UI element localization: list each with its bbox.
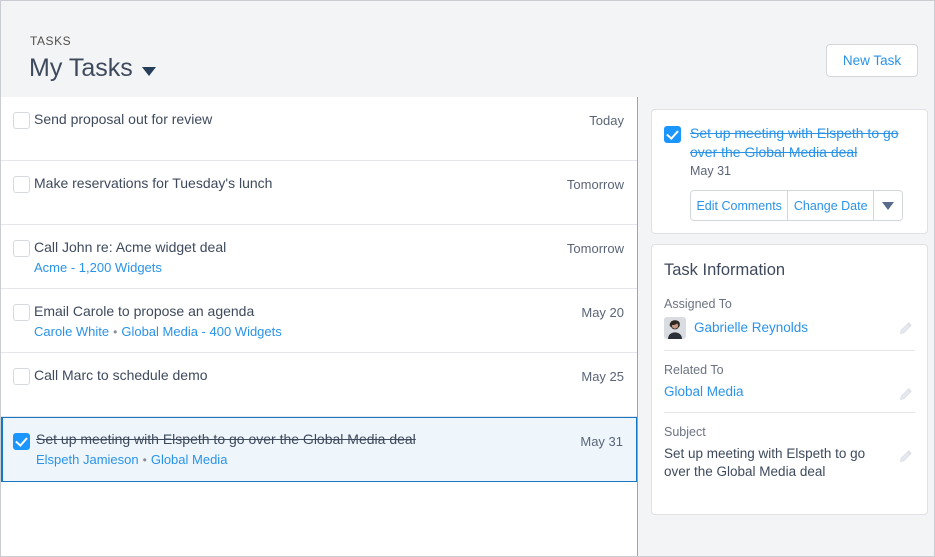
detail-field-label: Assigned To (664, 297, 732, 311)
task-row[interactable]: Email Carole to propose an agenda Carole … (1, 289, 637, 353)
task-related-link[interactable]: Global Media - 400 Widgets (121, 324, 281, 339)
detail-task-checkbox[interactable] (664, 126, 681, 143)
task-due-date: Today (589, 113, 624, 128)
task-related-links: Elspeth Jamieson • Global Media (36, 451, 526, 469)
page-title-group[interactable]: My Tasks (29, 53, 156, 83)
content-area: Send proposal out for review Today Make re… (1, 97, 934, 556)
new-task-button[interactable]: New Task (826, 44, 918, 77)
pencil-icon[interactable] (898, 387, 913, 402)
task-checkbox[interactable] (13, 368, 30, 385)
task-row[interactable]: Make reservations for Tuesday's lunch Tom… (1, 161, 637, 225)
task-checkbox[interactable] (13, 304, 30, 321)
task-row-body: Send proposal out for review (34, 110, 637, 128)
task-row-body: Make reservations for Tuesday's lunch (34, 174, 637, 192)
chevron-down-icon (882, 201, 894, 210)
task-row[interactable]: Set up meeting with Elspeth to go over t… (1, 417, 637, 482)
task-row-body: Call Marc to schedule demo (34, 366, 637, 384)
task-title: Call John re: Acme widget deal (34, 239, 227, 255)
detail-header-card: Set up meeting with Elspeth to go over t… (651, 109, 928, 234)
tasks-app: TASKS My Tasks New Task Send proposal ou… (0, 0, 935, 557)
detail-field-label: Related To (664, 363, 724, 377)
check-icon (15, 434, 28, 447)
chevron-down-icon[interactable] (141, 66, 156, 76)
check-icon (666, 127, 679, 140)
detail-field-value[interactable]: Global Media (664, 383, 915, 401)
detail-field: Related To Global Media (664, 363, 915, 413)
task-list: Send proposal out for review Today Make re… (1, 97, 637, 482)
task-title: Set up meeting with Elspeth to go over t… (36, 431, 416, 447)
task-row[interactable]: Send proposal out for review Today (1, 97, 637, 161)
task-due-date: May 25 (581, 369, 624, 384)
task-checkbox[interactable] (13, 176, 30, 193)
detail-field-text: Gabrielle Reynolds (694, 320, 809, 335)
task-title: Email Carole to propose an agenda (34, 303, 255, 319)
detail-field-value[interactable]: Gabrielle Reynolds (664, 317, 915, 339)
edit-comments-button[interactable]: Edit Comments (691, 191, 789, 220)
page-header: TASKS My Tasks New Task (1, 1, 934, 97)
task-related-link[interactable]: Elspeth Jamieson (36, 452, 139, 467)
task-checkbox[interactable] (13, 240, 30, 257)
pencil-icon[interactable] (898, 449, 913, 464)
task-title: Call Marc to schedule demo (34, 367, 208, 383)
task-row-body: Call John re: Acme widget deal Acme - 1,2… (34, 238, 637, 276)
change-date-button[interactable]: Change Date (788, 191, 874, 220)
detail-task-date: May 31 (690, 164, 731, 178)
task-due-date: Tomorrow (566, 177, 624, 192)
separator-dot-icon: • (113, 325, 118, 339)
task-related-link[interactable]: Acme - 1,200 Widgets (34, 260, 162, 275)
task-row-body: Set up meeting with Elspeth to go over t… (36, 430, 636, 469)
task-related-link[interactable]: Carole White (34, 324, 109, 339)
task-due-date: May 31 (580, 434, 623, 449)
detail-field-label: Subject (664, 425, 706, 439)
detail-task-title[interactable]: Set up meeting with Elspeth to go over t… (690, 124, 915, 162)
task-related-link[interactable]: Global Media (151, 452, 228, 467)
task-title: Send proposal out for review (34, 111, 213, 127)
detail-header-row: Set up meeting with Elspeth to go over t… (664, 124, 915, 162)
detail-field: Assigned To Gabrielle Reynolds (664, 297, 915, 351)
task-information-heading: Task Information (664, 261, 786, 279)
task-checkbox[interactable] (13, 433, 30, 450)
task-checkbox[interactable] (13, 112, 30, 129)
task-title: Make reservations for Tuesday's lunch (34, 175, 273, 191)
task-row[interactable]: Call Marc to schedule demo May 25 (1, 353, 637, 417)
task-information-card: Task Information Assigned To Gabrielle Re… (651, 244, 928, 515)
more-actions-button[interactable] (874, 191, 902, 220)
task-related-links: Carole White • Global Media - 400 Widgets (34, 323, 527, 341)
task-due-date: May 20 (581, 305, 624, 320)
page-title: My Tasks (29, 54, 133, 82)
detail-field: Subject Set up meeting with Elspeth to go… (664, 425, 915, 492)
task-list-panel: Send proposal out for review Today Make re… (1, 97, 638, 556)
avatar (664, 317, 686, 339)
detail-field-value: Set up meeting with Elspeth to go over t… (664, 446, 866, 479)
task-detail-panel: Set up meeting with Elspeth to go over t… (639, 97, 934, 556)
breadcrumb-eyebrow: TASKS (30, 34, 72, 48)
task-row[interactable]: Call John re: Acme widget deal Acme - 1,2… (1, 225, 637, 289)
separator-dot-icon: • (142, 453, 147, 467)
task-due-date: Tomorrow (566, 241, 624, 256)
task-information-fields: Assigned To Gabrielle Reynolds Related To G… (664, 297, 915, 492)
task-row-body: Email Carole to propose an agenda Carole … (34, 302, 637, 341)
task-related-links: Acme - 1,200 Widgets (34, 259, 527, 276)
detail-action-button-group: Edit Comments Change Date (690, 190, 903, 221)
pencil-icon[interactable] (898, 321, 913, 336)
